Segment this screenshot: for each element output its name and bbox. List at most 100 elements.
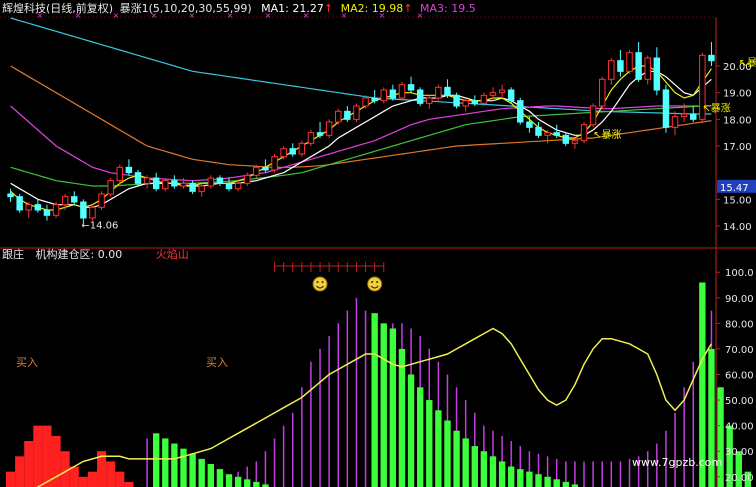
red-volume-block bbox=[15, 456, 25, 487]
candle-body bbox=[171, 180, 178, 187]
last-price-label: 15.47 bbox=[720, 183, 749, 194]
green-bar bbox=[380, 323, 387, 487]
candle-body bbox=[653, 57, 661, 91]
candle-body bbox=[498, 89, 506, 94]
price-tick-label: 14.00 bbox=[723, 222, 752, 233]
green-bar bbox=[153, 433, 160, 487]
candle-body bbox=[116, 166, 124, 182]
green-bar bbox=[471, 446, 478, 487]
green-bar bbox=[444, 420, 451, 487]
candle-body bbox=[671, 116, 679, 128]
fire-mountain-label: 火焰山 bbox=[155, 248, 189, 261]
green-bar bbox=[162, 438, 169, 487]
lower-tick-label: 80.00 bbox=[725, 319, 754, 330]
candle-body bbox=[517, 100, 524, 123]
candle-body bbox=[52, 204, 60, 216]
low-price-annotation: ←14.06 bbox=[81, 220, 118, 231]
ma3-label: MA3: 19.5 bbox=[420, 2, 476, 15]
candle-body bbox=[325, 121, 333, 136]
candle-body bbox=[362, 97, 369, 107]
candle-body bbox=[690, 113, 697, 120]
red-volume-block bbox=[6, 471, 16, 487]
green-bar bbox=[198, 458, 205, 487]
green-bar bbox=[517, 469, 524, 487]
candle-body bbox=[298, 142, 306, 155]
green-bar bbox=[207, 463, 214, 487]
price-tick-label: 19.00 bbox=[723, 89, 752, 100]
candle-body bbox=[316, 132, 324, 136]
lower-tick-label: 60.00 bbox=[725, 371, 754, 382]
candle-body bbox=[162, 180, 169, 190]
candle-body bbox=[426, 97, 433, 104]
candle-body bbox=[526, 121, 533, 128]
green-bar bbox=[253, 481, 260, 487]
candle-body bbox=[71, 196, 78, 203]
red-volume-block bbox=[87, 471, 98, 487]
green-bar bbox=[526, 471, 533, 487]
red-volume-block bbox=[115, 471, 125, 487]
green-bar bbox=[371, 313, 378, 487]
green-bar bbox=[553, 479, 560, 487]
lower-tick-label: 90.00 bbox=[725, 294, 754, 305]
green-bar bbox=[244, 479, 251, 487]
chart-root: × × × × × × × × × × × 20.00 19.00 18.00 17.00 15.47 15.0… bbox=[0, 0, 756, 487]
red-volume-block bbox=[24, 440, 34, 487]
green-bar bbox=[216, 469, 224, 487]
candle-body bbox=[471, 100, 479, 104]
candle-body bbox=[580, 124, 588, 142]
candle-body bbox=[544, 132, 551, 136]
candle-body bbox=[407, 84, 415, 91]
green-bar bbox=[544, 476, 551, 487]
candle-body bbox=[462, 100, 469, 107]
ma2-label: MA2: 19.98 bbox=[340, 2, 404, 15]
green-bar bbox=[389, 328, 397, 487]
smiley-eye-icon bbox=[376, 281, 379, 283]
smiley-icon bbox=[367, 276, 383, 292]
candle-body bbox=[635, 52, 642, 80]
candle-body bbox=[243, 174, 251, 184]
smiley-icon bbox=[312, 276, 328, 292]
green-bar bbox=[535, 474, 542, 487]
candle-body bbox=[43, 209, 51, 216]
green-bar bbox=[180, 448, 187, 487]
candle-body bbox=[662, 89, 670, 128]
candle-body bbox=[262, 166, 269, 171]
lower-tick-label: 50.00 bbox=[725, 396, 754, 407]
red-volume-block bbox=[69, 466, 79, 487]
lower-tick-label: 20.00 bbox=[725, 473, 754, 484]
watermark: www.7gpzb.com bbox=[632, 456, 723, 469]
candle-body bbox=[107, 180, 114, 195]
candle-body bbox=[143, 177, 151, 184]
candle-body bbox=[353, 105, 360, 120]
ma1-arrow: ↑ bbox=[323, 2, 334, 15]
candle-body bbox=[216, 177, 224, 184]
candle-body bbox=[598, 78, 606, 107]
candle-body bbox=[225, 182, 233, 190]
green-bar bbox=[398, 348, 406, 487]
candle-body bbox=[680, 113, 688, 118]
candle-body bbox=[307, 132, 315, 144]
candle-body bbox=[152, 177, 160, 190]
lower-tick-label: 40.00 bbox=[725, 422, 754, 433]
candle-body bbox=[571, 140, 579, 144]
candle-body bbox=[608, 60, 615, 80]
green-bar bbox=[453, 430, 460, 487]
candle-body bbox=[453, 94, 460, 107]
candle-body bbox=[198, 185, 205, 192]
candle-body bbox=[644, 57, 651, 80]
green-bar bbox=[562, 481, 569, 487]
candle-body bbox=[289, 148, 296, 155]
candle-body bbox=[562, 134, 570, 144]
candle-body bbox=[589, 105, 597, 126]
candle-body bbox=[335, 110, 342, 123]
green-bar bbox=[462, 438, 469, 487]
candle-body bbox=[16, 196, 23, 211]
green-bar bbox=[489, 456, 497, 487]
lower-tick-label: 100.0 bbox=[725, 268, 754, 279]
green-bar bbox=[717, 387, 724, 487]
indicator-title: 暴涨1(5,10,20,30,55,99) bbox=[119, 2, 252, 15]
candle-body bbox=[34, 204, 42, 211]
green-bar bbox=[435, 410, 442, 487]
green-bar bbox=[480, 451, 488, 487]
green-bar bbox=[508, 466, 515, 487]
